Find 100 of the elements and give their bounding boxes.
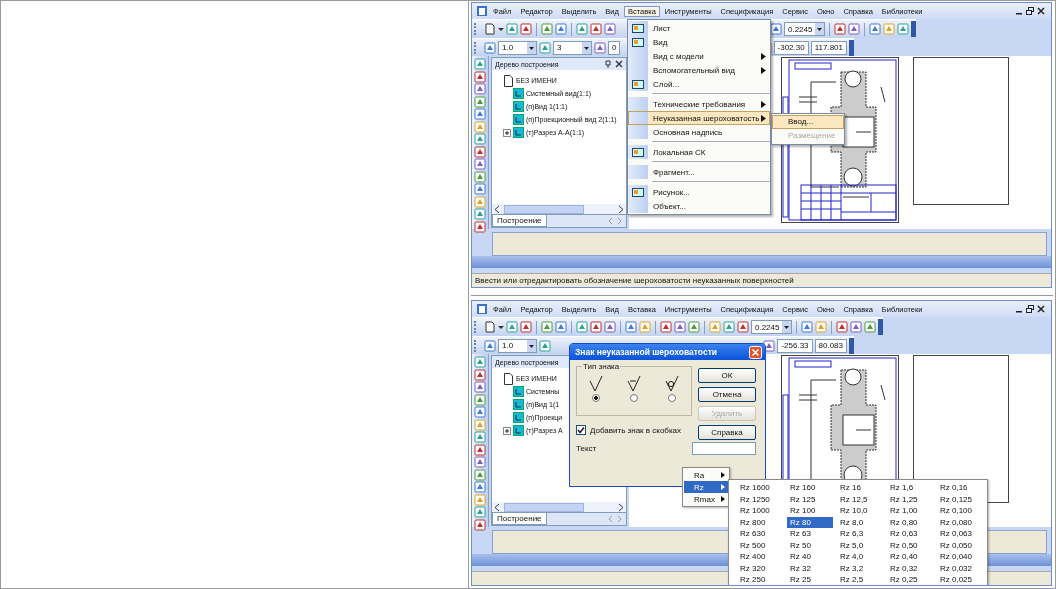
tool-icon[interactable] — [474, 406, 486, 418]
panel-tab[interactable]: Построение — [492, 513, 547, 525]
input-field[interactable]: -302.30 — [773, 40, 809, 55]
tool-icon[interactable] — [474, 468, 486, 481]
radio-button[interactable] — [668, 394, 676, 402]
tool-icon[interactable] — [541, 23, 553, 35]
tool-icon[interactable] — [801, 321, 814, 333]
menu-item[interactable]: Rz 125 — [787, 493, 833, 505]
tool-icon[interactable] — [539, 41, 551, 54]
radio-button[interactable] — [630, 394, 638, 402]
menu-item[interactable]: Rz 100 — [787, 505, 833, 517]
tool-icon[interactable] — [594, 41, 606, 54]
tool-icon[interactable] — [723, 321, 735, 333]
dropdown[interactable]: 3 — [553, 40, 592, 55]
menu-item[interactable]: Rz 250 — [737, 574, 783, 585]
menu-item[interactable]: Rz 0,50 — [887, 539, 933, 551]
menu-item[interactable]: Rz 0,125 — [937, 493, 983, 505]
tool-icon[interactable] — [474, 443, 486, 456]
menu-item[interactable]: Основная надпись — [628, 125, 770, 139]
tool-icon[interactable] — [474, 58, 486, 70]
tool-icon[interactable] — [474, 356, 486, 368]
dropdown[interactable]: 1.0 — [498, 338, 537, 353]
scrollbar[interactable] — [492, 204, 626, 214]
toolbar-grip[interactable] — [474, 339, 479, 352]
menu-item[interactable]: Технические требования — [628, 97, 770, 111]
tool-icon[interactable] — [474, 183, 486, 195]
tool-icon[interactable] — [576, 321, 588, 333]
tool-icon[interactable] — [506, 321, 518, 333]
menu-item[interactable]: Rz 400 — [737, 551, 783, 563]
tool-icon[interactable] — [737, 321, 749, 333]
tool-icon[interactable] — [474, 368, 486, 381]
menu-item[interactable]: Rz 2,5 — [837, 574, 883, 585]
menu-item[interactable]: Rz 40 — [787, 551, 833, 563]
menu-item[interactable]: Вспомогательный вид — [628, 63, 770, 77]
menu-item[interactable]: Rz 630 — [737, 528, 783, 540]
menu-item[interactable]: Rz 0,32 — [887, 562, 933, 574]
menu-item[interactable]: Rz 0,16 — [937, 482, 983, 494]
input-field[interactable]: 80.083 — [814, 338, 847, 353]
radio-button[interactable] — [592, 394, 600, 402]
input-field[interactable]: 117.801 — [810, 40, 847, 55]
menu-item[interactable]: Объект... — [628, 199, 770, 213]
menu-item[interactable]: Rz 0,050 — [937, 539, 983, 551]
tool-icon[interactable] — [474, 133, 486, 145]
tool-icon[interactable] — [848, 23, 861, 35]
menu-item[interactable]: Rz 500 — [737, 539, 783, 551]
tool-icon[interactable] — [864, 321, 877, 333]
tool-icon[interactable] — [474, 70, 486, 83]
menu-item[interactable]: Rz 0,040 — [937, 551, 983, 563]
menu-item[interactable]: Rz 5,0 — [837, 539, 883, 551]
tool-icon[interactable] — [474, 158, 486, 170]
toolbar-end-handle[interactable] — [849, 337, 854, 354]
tool-icon[interactable] — [520, 321, 532, 333]
tool-icon[interactable] — [604, 23, 616, 35]
tool-icon[interactable] — [474, 518, 486, 531]
tool-icon[interactable] — [474, 506, 486, 518]
menu-item[interactable]: Rz 80 — [787, 516, 833, 528]
menu-item[interactable]: Rz 0,40 — [887, 551, 933, 563]
menu-item[interactable]: Ra — [684, 469, 728, 481]
tool-icon[interactable] — [474, 208, 486, 220]
dropdown[interactable]: 1.0 — [498, 40, 537, 55]
menu-item[interactable]: Rz 0,100 — [937, 505, 983, 517]
tool-icon[interactable] — [474, 145, 486, 158]
toolbar-end-handle[interactable] — [849, 39, 854, 56]
scroll-thumb[interactable] — [504, 204, 584, 214]
tool-icon[interactable] — [660, 321, 672, 333]
tool-icon[interactable] — [539, 339, 551, 352]
tool-icon[interactable] — [869, 23, 882, 35]
menu-item[interactable]: Rmax — [684, 493, 728, 505]
tool-icon[interactable] — [474, 170, 486, 183]
menu-item[interactable]: Локальная СК — [628, 145, 770, 159]
tool-icon[interactable] — [897, 23, 910, 35]
menu-item[interactable]: Rz 1250 — [737, 493, 783, 505]
menu-item[interactable]: Rz 4,0 — [837, 551, 883, 563]
menu-item[interactable]: Rz 1,25 — [887, 493, 933, 505]
menu-item[interactable]: Rz 0,032 — [937, 562, 983, 574]
dialog-button[interactable]: ОК — [698, 368, 756, 383]
tool-icon[interactable] — [474, 481, 486, 493]
tool-icon[interactable] — [474, 220, 486, 233]
tool-icon[interactable] — [474, 108, 486, 120]
tool-icon[interactable] — [688, 321, 700, 333]
menu-item[interactable]: Rz 1000 — [737, 505, 783, 517]
dropdown[interactable]: 0.2245 — [784, 22, 826, 36]
menu-item[interactable]: Rz 25 — [787, 574, 833, 585]
tool-icon[interactable] — [590, 321, 602, 333]
tool-icon[interactable] — [576, 23, 588, 35]
document-icon[interactable] — [476, 303, 488, 315]
menu-item[interactable]: Rz 12,5 — [837, 493, 883, 505]
toolbar-end-handle[interactable] — [878, 319, 884, 335]
menu-item[interactable]: Rz 63 — [787, 528, 833, 540]
checkbox[interactable] — [576, 425, 586, 435]
menu-item[interactable]: Rz 0,25 — [887, 574, 933, 585]
menu-item[interactable]: Rz 0,080 — [937, 516, 983, 528]
tool-icon[interactable] — [625, 321, 637, 333]
menu-item[interactable]: Rz 10,0 — [837, 505, 883, 517]
menu-item[interactable]: Rz 160 — [787, 482, 833, 494]
dialog-button[interactable]: Справка — [698, 425, 756, 440]
tool-icon[interactable] — [555, 23, 567, 35]
menu-item[interactable]: Rz 800 — [737, 516, 783, 528]
tool-icon[interactable] — [474, 95, 486, 108]
toolbar-grip[interactable] — [474, 41, 479, 54]
